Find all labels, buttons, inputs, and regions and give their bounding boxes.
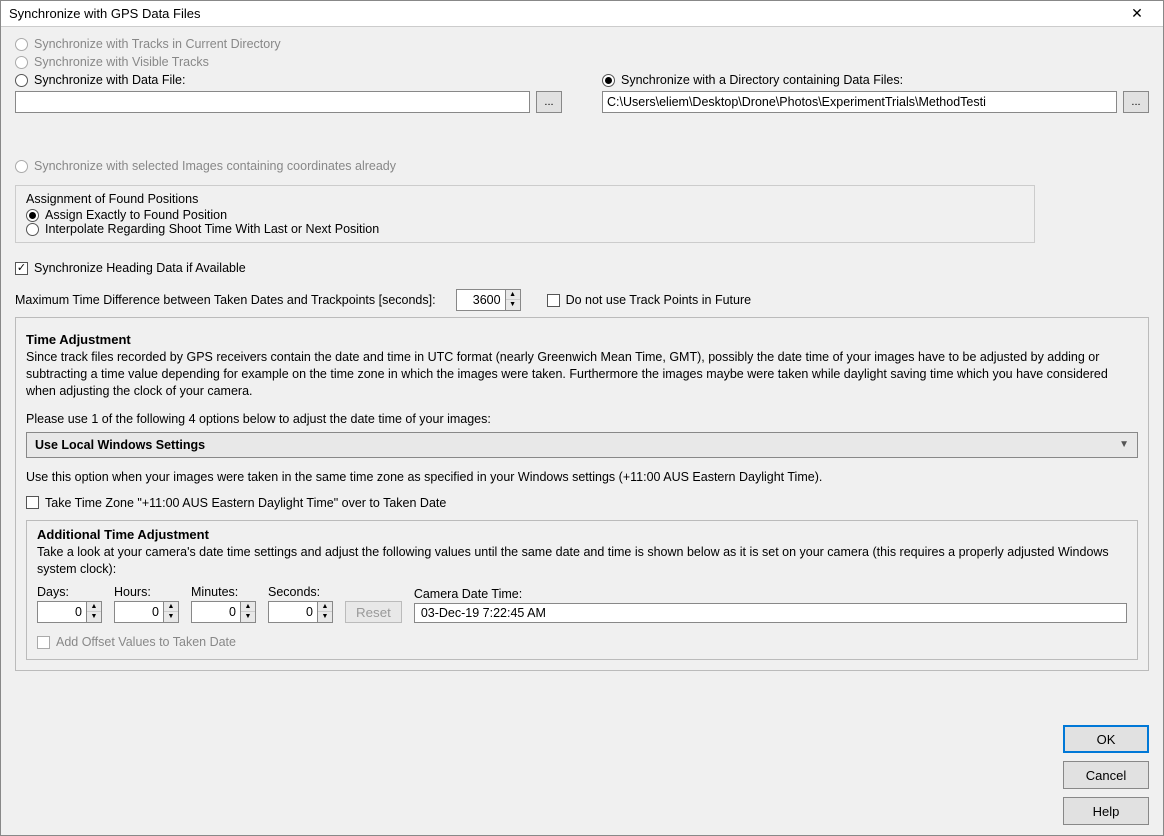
dialog-window: Synchronize with GPS Data Files ✕ Synchr… bbox=[0, 0, 1164, 836]
label-assign-exact: Assign Exactly to Found Position bbox=[45, 208, 227, 222]
checkbox-heading-sync[interactable] bbox=[15, 262, 28, 275]
directory-input[interactable] bbox=[602, 91, 1117, 113]
additional-adjustment-group: Additional Time Adjustment Take a look a… bbox=[26, 520, 1138, 661]
window-title: Synchronize with GPS Data Files bbox=[9, 6, 200, 21]
spinner-down-icon[interactable]: ▼ bbox=[241, 612, 255, 622]
radio-directory[interactable] bbox=[602, 74, 615, 87]
days-spinner[interactable]: ▲▼ bbox=[37, 601, 102, 623]
checkbox-add-offset bbox=[37, 636, 50, 649]
radio-directory-row[interactable]: Synchronize with a Directory containing … bbox=[602, 73, 1149, 87]
time-adjustment-dropdown[interactable]: Use Local Windows Settings ▼ bbox=[26, 432, 1138, 458]
data-file-input[interactable] bbox=[15, 91, 530, 113]
radio-assign-exact-row[interactable]: Assign Exactly to Found Position bbox=[26, 208, 1024, 222]
close-icon[interactable]: ✕ bbox=[1119, 5, 1155, 22]
cancel-button[interactable]: Cancel bbox=[1063, 761, 1149, 789]
time-diff-row: Maximum Time Difference between Taken Da… bbox=[15, 289, 1149, 311]
offset-row: Days: ▲▼ Hours: ▲▼ Min bbox=[37, 585, 1127, 623]
file-dir-row: Synchronize with Data File: ... Synchron… bbox=[15, 73, 1149, 113]
seconds-col: Seconds: ▲▼ bbox=[268, 585, 333, 623]
help-button[interactable]: Help bbox=[1063, 797, 1149, 825]
time-adjustment-explain: Since track files recorded by GPS receiv… bbox=[26, 349, 1138, 400]
label-heading-sync: Synchronize Heading Data if Available bbox=[34, 261, 246, 275]
hours-spinner[interactable]: ▲▼ bbox=[114, 601, 179, 623]
seconds-spinner[interactable]: ▲▼ bbox=[268, 601, 333, 623]
radio-data-file-row[interactable]: Synchronize with Data File: bbox=[15, 73, 562, 87]
label-days: Days: bbox=[37, 585, 102, 599]
label-camera-dt: Camera Date Time: bbox=[414, 587, 1127, 601]
time-adjustment-hint: Use this option when your images were ta… bbox=[26, 470, 1138, 484]
radio-selected-images bbox=[15, 160, 28, 173]
minutes-col: Minutes: ▲▼ bbox=[191, 585, 256, 623]
assignment-group: Assignment of Found Positions Assign Exa… bbox=[15, 185, 1035, 243]
spinner-up-icon[interactable]: ▲ bbox=[164, 602, 178, 612]
radio-interpolate-row[interactable]: Interpolate Regarding Shoot Time With La… bbox=[26, 222, 1024, 236]
label-sync-visible: Synchronize with Visible Tracks bbox=[34, 55, 209, 69]
directory-input-row: ... bbox=[602, 91, 1149, 113]
days-input[interactable] bbox=[38, 602, 86, 622]
time-diff-spinner[interactable]: ▲ ▼ bbox=[456, 289, 521, 311]
radio-sync-visible bbox=[15, 56, 28, 69]
minutes-input[interactable] bbox=[192, 602, 240, 622]
chevron-down-icon: ▼ bbox=[1119, 439, 1129, 450]
camera-dt-display: 03-Dec-19 7:22:45 AM bbox=[414, 603, 1127, 623]
label-time-diff: Maximum Time Difference between Taken Da… bbox=[15, 293, 436, 307]
label-take-tz: Take Time Zone "+11:00 AUS Eastern Dayli… bbox=[45, 496, 446, 510]
label-minutes: Minutes: bbox=[191, 585, 256, 599]
checkbox-take-tz[interactable] bbox=[26, 496, 39, 509]
label-hours: Hours: bbox=[114, 585, 179, 599]
ok-button[interactable]: OK bbox=[1063, 725, 1149, 753]
directory-col: Synchronize with a Directory containing … bbox=[602, 73, 1149, 113]
radio-sync-current-dir bbox=[15, 38, 28, 51]
radio-sync-visible-row: Synchronize with Visible Tracks bbox=[15, 55, 1149, 69]
time-diff-input[interactable] bbox=[457, 290, 505, 310]
additional-heading: Additional Time Adjustment bbox=[37, 527, 1127, 542]
take-tz-row[interactable]: Take Time Zone "+11:00 AUS Eastern Dayli… bbox=[26, 496, 1138, 510]
hours-input[interactable] bbox=[115, 602, 163, 622]
camera-dt-col: Camera Date Time: 03-Dec-19 7:22:45 AM bbox=[414, 587, 1127, 623]
data-file-input-row: ... bbox=[15, 91, 562, 113]
radio-selected-images-row: Synchronize with selected Images contain… bbox=[15, 159, 1149, 173]
time-adjustment-group: Time Adjustment Since track files record… bbox=[15, 317, 1149, 671]
label-add-offset: Add Offset Values to Taken Date bbox=[56, 635, 236, 649]
reset-button[interactable]: Reset bbox=[345, 601, 402, 623]
footer-buttons: OK Cancel Help bbox=[1063, 725, 1149, 825]
spinner-down-icon[interactable]: ▼ bbox=[87, 612, 101, 622]
content-area: Synchronize with Tracks in Current Direc… bbox=[1, 27, 1163, 835]
browse-file-button[interactable]: ... bbox=[536, 91, 562, 113]
spinner-down-icon[interactable]: ▼ bbox=[318, 612, 332, 622]
seconds-input[interactable] bbox=[269, 602, 317, 622]
spinner-up-icon[interactable]: ▲ bbox=[318, 602, 332, 612]
dropdown-label: Use Local Windows Settings bbox=[35, 438, 205, 452]
spinner-up-icon[interactable]: ▲ bbox=[87, 602, 101, 612]
label-seconds: Seconds: bbox=[268, 585, 333, 599]
radio-interpolate[interactable] bbox=[26, 223, 39, 236]
spinner-up-icon[interactable]: ▲ bbox=[506, 290, 520, 300]
days-col: Days: ▲▼ bbox=[37, 585, 102, 623]
label-sync-current-dir: Synchronize with Tracks in Current Direc… bbox=[34, 37, 281, 51]
titlebar: Synchronize with GPS Data Files ✕ bbox=[1, 1, 1163, 27]
heading-sync-row[interactable]: Synchronize Heading Data if Available bbox=[15, 261, 1149, 275]
radio-sync-current-dir-row: Synchronize with Tracks in Current Direc… bbox=[15, 37, 1149, 51]
add-offset-row: Add Offset Values to Taken Date bbox=[37, 635, 1127, 649]
spinner-up-icon[interactable]: ▲ bbox=[241, 602, 255, 612]
label-data-file: Synchronize with Data File: bbox=[34, 73, 185, 87]
assignment-heading: Assignment of Found Positions bbox=[26, 192, 1024, 206]
label-directory: Synchronize with a Directory containing … bbox=[621, 73, 903, 87]
label-no-future: Do not use Track Points in Future bbox=[566, 293, 752, 307]
radio-data-file[interactable] bbox=[15, 74, 28, 87]
radio-assign-exact[interactable] bbox=[26, 209, 39, 222]
minutes-spinner[interactable]: ▲▼ bbox=[191, 601, 256, 623]
spinner-down-icon[interactable]: ▼ bbox=[506, 300, 520, 310]
hours-col: Hours: ▲▼ bbox=[114, 585, 179, 623]
checkbox-no-future[interactable] bbox=[547, 294, 560, 307]
time-adjustment-instruction: Please use 1 of the following 4 options … bbox=[26, 412, 1138, 426]
label-interpolate: Interpolate Regarding Shoot Time With La… bbox=[45, 222, 379, 236]
additional-explain: Take a look at your camera's date time s… bbox=[37, 544, 1127, 578]
label-selected-images: Synchronize with selected Images contain… bbox=[34, 159, 396, 173]
spinner-down-icon[interactable]: ▼ bbox=[164, 612, 178, 622]
browse-directory-button[interactable]: ... bbox=[1123, 91, 1149, 113]
time-adjustment-heading: Time Adjustment bbox=[26, 332, 1138, 347]
data-file-col: Synchronize with Data File: ... bbox=[15, 73, 562, 113]
